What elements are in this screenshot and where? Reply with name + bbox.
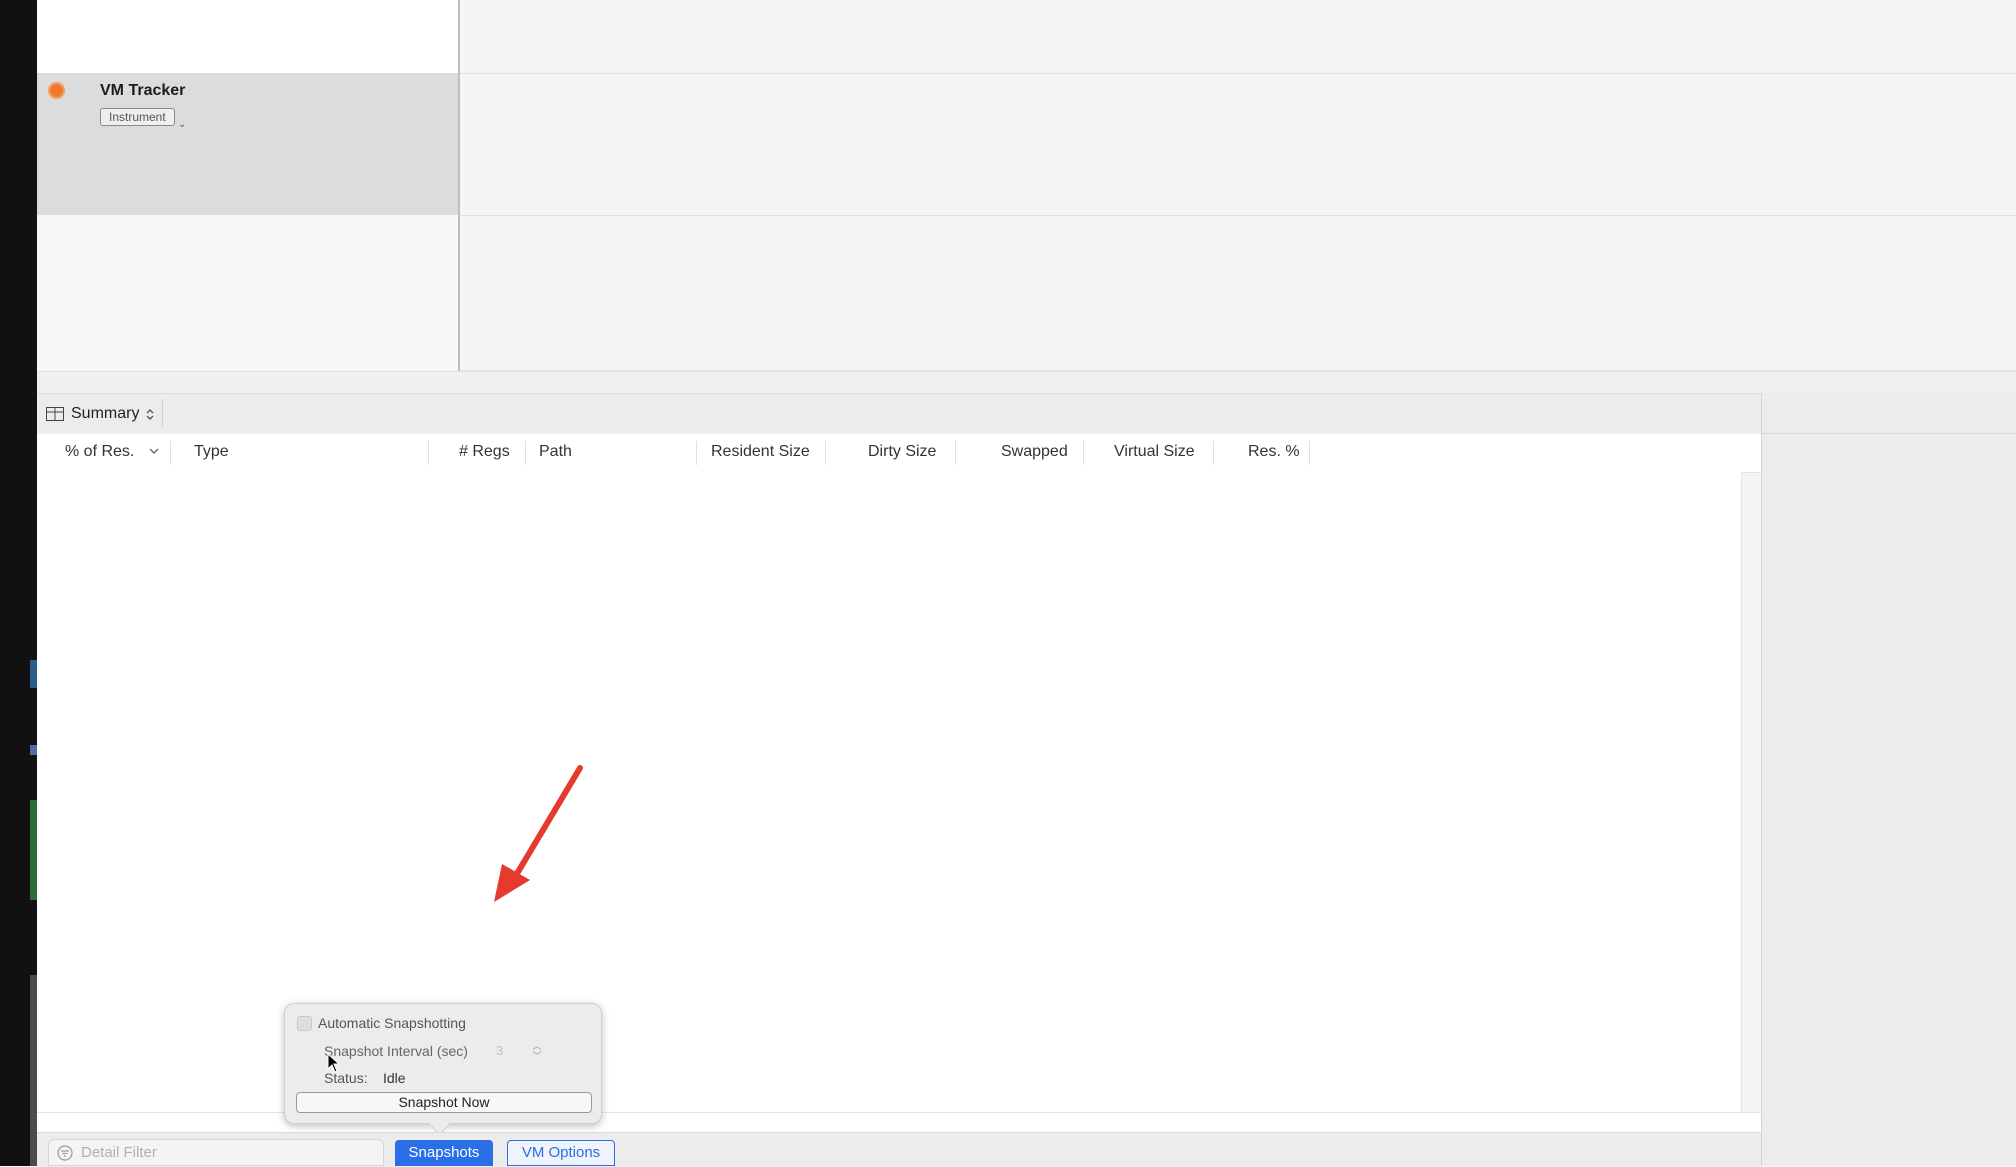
track-title: VM Tracker [100, 82, 186, 99]
inspector-divider [1762, 433, 2016, 434]
column-separator[interactable] [170, 441, 171, 465]
instrument-badge[interactable]: Instrument [100, 108, 175, 126]
column-separator[interactable] [955, 441, 956, 465]
sort-descending-icon [149, 448, 159, 455]
timeline-area[interactable] [460, 0, 2016, 371]
mouse-cursor-icon [327, 1053, 341, 1073]
column-separator[interactable] [428, 441, 429, 465]
toolbar-separator [162, 399, 163, 427]
column-header-dirty-size[interactable]: Dirty Size [868, 443, 936, 461]
filter-icon [57, 1144, 73, 1161]
column-separator[interactable] [525, 441, 526, 465]
track-list-top [37, 0, 458, 73]
column-header-swapped[interactable]: Swapped [1001, 443, 1068, 461]
annotation-arrow [494, 765, 583, 902]
column-separator[interactable] [1213, 441, 1214, 465]
detail-filter-input[interactable] [81, 1144, 361, 1161]
detail-navigation-bar [37, 393, 1761, 435]
column-header-percent-res[interactable]: % of Res. [65, 443, 159, 461]
snapshot-now-button[interactable]: Snapshot Now [296, 1092, 592, 1113]
stepper-up-icon[interactable]: ︿ [532, 1041, 541, 1051]
timeline-row-divider [460, 215, 2016, 216]
automatic-snapshotting-checkbox[interactable] [297, 1016, 312, 1031]
vm-options-tab-button[interactable]: VM Options [507, 1140, 615, 1166]
splitter-band[interactable] [37, 371, 2016, 394]
status-value: Idle [383, 1070, 406, 1086]
column-separator[interactable] [825, 441, 826, 465]
column-separator[interactable] [696, 441, 697, 465]
table-icon [46, 407, 64, 421]
track-list-empty [37, 215, 458, 370]
column-header-path[interactable]: Path [539, 443, 572, 461]
snapshot-interval-stepper[interactable]: ︿ ﹀ [530, 1039, 544, 1063]
column-header-resident-size[interactable]: Resident Size [711, 443, 810, 461]
snapshot-interval-field[interactable]: 3 [491, 1041, 519, 1060]
snapshots-tab-button[interactable]: Snapshots [395, 1140, 493, 1166]
stepper-down-icon[interactable]: ﹀ [532, 1051, 541, 1061]
inspector-panel [1761, 393, 2016, 1166]
detail-filter-field[interactable] [48, 1139, 384, 1166]
vm-tracker-instrument-icon [48, 82, 65, 99]
timeline-row-divider [460, 73, 2016, 74]
snapshot-interval-label: Snapshot Interval (sec) [324, 1043, 468, 1059]
left-window-edge [0, 0, 37, 1166]
column-separator[interactable] [1309, 441, 1310, 465]
updown-chevron-icon [146, 408, 154, 420]
column-header-regs[interactable]: # Regs [459, 443, 510, 461]
view-selector[interactable]: Summary [46, 403, 154, 425]
column-header-type[interactable]: Type [194, 443, 229, 461]
column-separator[interactable] [1083, 441, 1084, 465]
column-header-res-percent[interactable]: Res. % [1248, 443, 1300, 461]
view-selector-label: Summary [71, 405, 140, 422]
automatic-snapshotting-label: Automatic Snapshotting [318, 1015, 466, 1031]
chevron-down-icon[interactable]: ⌄ [178, 120, 186, 130]
column-header-virtual-size[interactable]: Virtual Size [1114, 443, 1195, 461]
